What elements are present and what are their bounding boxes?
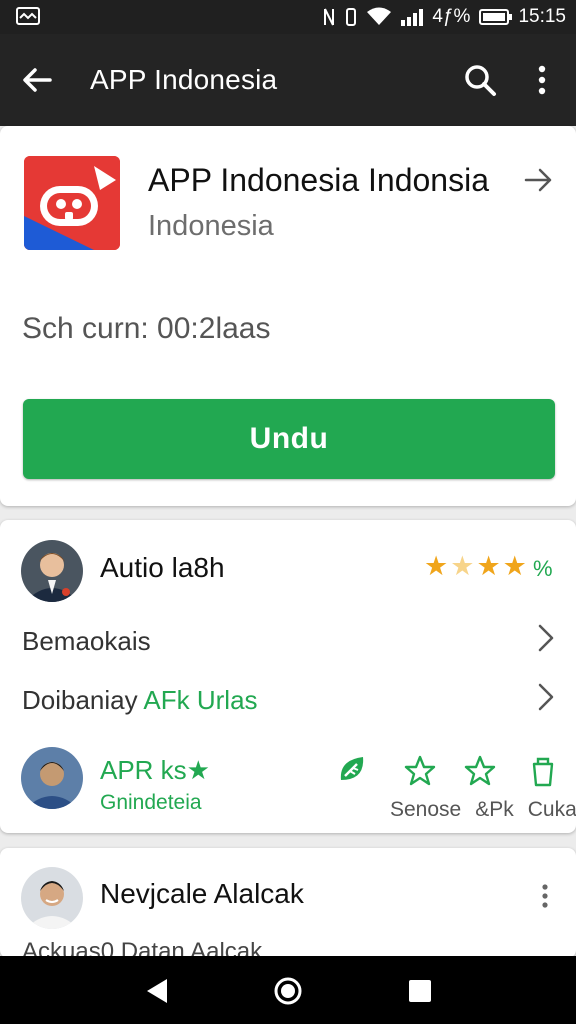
leaf-icon[interactable]	[335, 752, 369, 786]
arrow-right-icon[interactable]	[522, 164, 556, 196]
app-subtitle: Indonesia	[148, 210, 274, 242]
review-card: Autio la8h ★ ★ ★ ★ % Bemaokais Doibaniay…	[0, 520, 576, 833]
rating-stars: ★ ★ ★ ★	[424, 552, 527, 580]
wifi-icon	[367, 7, 392, 25]
carrier-text: 4ƒ%	[432, 6, 471, 27]
reviewer-name: Autio la8h	[100, 552, 225, 583]
battery-icon	[479, 9, 513, 25]
star-full-icon: ★	[424, 551, 449, 581]
nfc-icon	[324, 8, 335, 26]
app-meta: Sch curn: 00:2laas	[22, 312, 271, 345]
star-half-icon: ★	[450, 551, 475, 581]
page-title: APP Indonesia	[90, 64, 278, 95]
developer-subtitle: Gnindeteia	[100, 791, 202, 814]
action-label[interactable]: Senose	[390, 798, 461, 822]
chevron-right-icon[interactable]	[534, 681, 558, 713]
avatar[interactable]	[21, 540, 83, 602]
wave-icon	[16, 7, 40, 25]
nav-home-icon[interactable]	[273, 976, 303, 1006]
install-button[interactable]: Undu	[23, 399, 555, 479]
star-outline-icon[interactable]	[403, 754, 437, 788]
bucket-icon[interactable]	[526, 754, 560, 788]
signal-icon	[401, 8, 424, 26]
nav-recents-icon[interactable]	[407, 978, 433, 1004]
avatar[interactable]	[21, 867, 83, 929]
app-info-card: APP Indonesia Indonsia Indonesia Sch cur…	[0, 126, 576, 506]
chevron-right-icon[interactable]	[534, 622, 558, 654]
more-vert-icon[interactable]	[535, 880, 555, 912]
status-icons: 4ƒ% 15:15	[322, 5, 566, 29]
action-label[interactable]: &Pk	[475, 798, 514, 822]
reviewer-name: Nevjcale Alalcak	[100, 878, 304, 909]
nav-back-icon[interactable]	[143, 976, 171, 1006]
action-label[interactable]: Cuka	[528, 798, 576, 822]
more-vert-icon[interactable]	[530, 62, 554, 98]
clock: 15:15	[518, 6, 566, 27]
row-label-dark: Doibaniay	[22, 685, 144, 715]
app-logo-icon	[24, 156, 120, 250]
app-bar: APP Indonesia	[0, 34, 576, 126]
developer-name[interactable]: APR ks★	[100, 755, 210, 786]
status-bar: 4ƒ% 15:15	[0, 0, 576, 34]
app-name: APP Indonesia Indonsia	[148, 162, 489, 198]
star-outline-icon[interactable]	[463, 754, 497, 788]
row-doibaniay[interactable]: Doibaniay AFk Urlas	[22, 685, 258, 716]
star-full-icon: ★	[476, 551, 501, 581]
system-nav-bar	[0, 956, 576, 1024]
rating-suffix: %	[533, 556, 553, 581]
vibrate-icon	[346, 8, 357, 26]
star-full-icon: ★	[502, 551, 527, 581]
developer-avatar[interactable]	[21, 747, 83, 809]
action-labels: Senose &Pk Cuka	[390, 798, 576, 822]
row-bemaokais[interactable]: Bemaokais	[22, 626, 151, 657]
row-label-green: AFk Urlas	[143, 685, 258, 715]
back-arrow-icon[interactable]	[20, 62, 56, 98]
review-card-secondary: Nevjcale Alalcak Ackuas0 Datan Aalcak	[0, 848, 576, 958]
search-icon[interactable]	[462, 62, 498, 98]
